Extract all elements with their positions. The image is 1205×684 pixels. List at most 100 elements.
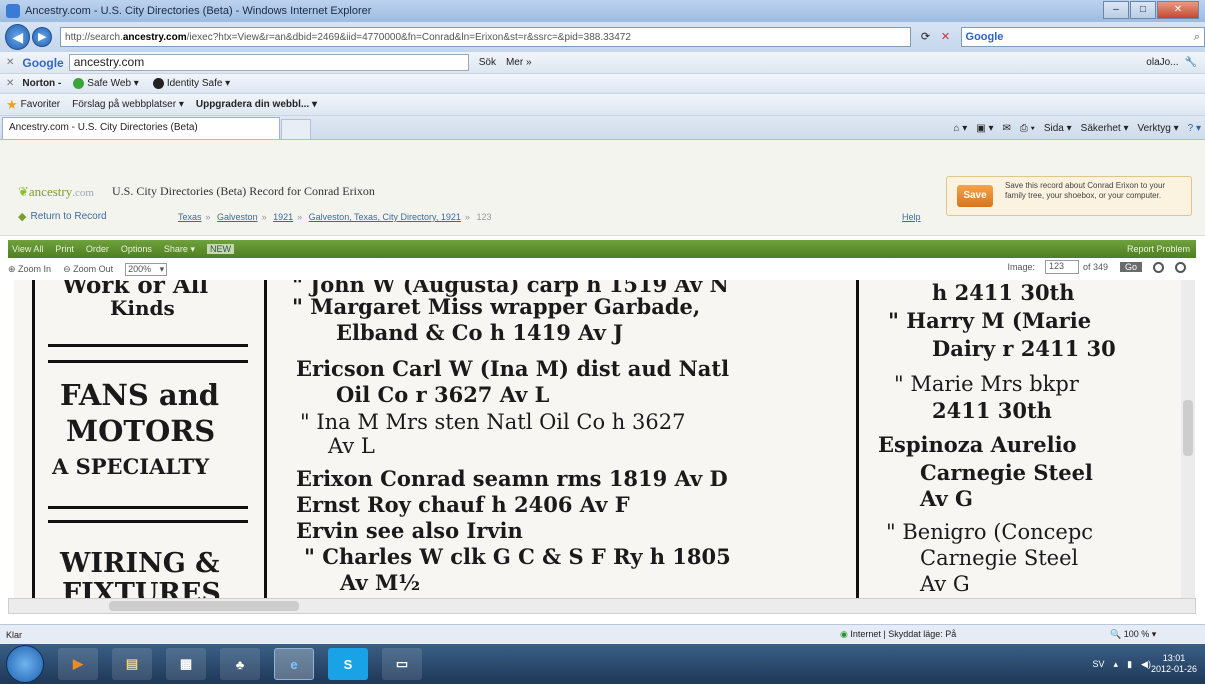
scrollbar-thumb[interactable] [1183,400,1193,456]
system-tray: SV ▴ ▮ ◀) 13:01 2012-01-26 [1084,653,1197,675]
vertical-scrollbar[interactable] [1181,280,1195,598]
clock[interactable]: 13:01 2012-01-26 [1151,653,1197,675]
breadcrumb-item[interactable]: Galveston [217,212,258,222]
window-titlebar: Ancestry.com - U.S. City Directories (Be… [0,0,1205,22]
help-icon[interactable]: ? ▾ [1188,123,1201,134]
directory-entry: Av M½ [340,570,421,595]
favorites-button[interactable]: Favoriter [21,99,60,110]
google-search-button[interactable]: Sök [479,57,496,68]
ad-rule [48,344,248,347]
zoom-status[interactable]: 🔍 100 % ▾ [1110,629,1156,640]
directory-entry: Erixon Conrad seamn rms 1819 Av D [296,466,728,491]
ad-rule [48,506,248,509]
image-label: Image: [1007,262,1035,272]
column-divider [32,280,35,598]
suggested-sites-link[interactable]: Förslag på webbplatser ▾ [72,99,184,110]
ad-rule [48,520,248,523]
close-toolbar-icon[interactable]: ✕ [6,57,14,68]
minimize-button[interactable]: – [1103,1,1129,19]
breadcrumb-item[interactable]: Texas [178,212,202,222]
breadcrumb: Texas» Galveston» 1921» Galveston, Texas… [178,212,492,222]
google-search-input[interactable]: ancestry.com [68,54,469,71]
clock-date: 2012-01-26 [1150,664,1197,674]
new-tab-button[interactable] [281,119,311,139]
directory-entry: Ericson Carl W (Ina M) dist aud Natl [296,356,730,381]
print-button[interactable]: Print [55,244,74,254]
upgrade-browser-link[interactable]: Uppgradera din webbl... ▾ [196,99,317,110]
home-icon[interactable]: ⌂ ▾ [953,123,967,134]
maximize-button[interactable]: □ [1130,1,1156,19]
search-input[interactable]: Google ⌕ [960,27,1205,47]
security-zone[interactable]: ◉ Internet | Skyddat läge: På [840,629,956,640]
skype-icon[interactable]: S [328,648,368,680]
scrollbar-thumb[interactable] [109,601,299,611]
logo-text: ancestry [28,184,73,199]
search-icon[interactable]: ⌕ [1194,31,1200,44]
page-menu[interactable]: Sida ▾ [1044,123,1072,134]
security-menu[interactable]: Säkerhet ▾ [1081,123,1129,134]
breadcrumb-item[interactable]: Galveston, Texas, City Directory, 1921 [309,212,461,222]
safe-web-label: Safe Web ▾ [87,78,139,90]
address-bar: ◀ ▶ http://search. ancestry.com/iexec?htx… [0,22,1205,52]
stop-icon[interactable]: ✕ [937,28,955,46]
directory-entry: 2411 30th [932,398,1052,423]
zoom-bar: ⊕ Zoom In ⊖ Zoom Out 200% ▾ Image: 123 o… [8,260,1196,278]
media-player-icon[interactable]: ▶ [58,648,98,680]
logo-suffix: .com [72,187,94,199]
close-button[interactable]: ✕ [1157,1,1199,19]
zoom-out-button[interactable]: ⊖ Zoom Out [63,264,119,275]
tray-arrow-icon[interactable]: ▴ [1114,659,1119,670]
directory-entry: " Marie Mrs bkpr [894,372,1079,396]
google-more-button[interactable]: Mer » [506,57,532,68]
options-button[interactable]: Options [121,244,152,254]
internet-explorer-icon[interactable]: e [274,648,314,680]
mail-icon[interactable]: ✉ [1002,123,1010,134]
volume-icon[interactable]: ◀) [1141,659,1151,670]
forward-button[interactable]: ▶ [32,27,53,47]
network-icon[interactable]: ▮ [1127,659,1132,670]
go-button[interactable]: Go [1119,262,1142,272]
language-indicator[interactable]: SV [1093,659,1105,669]
report-problem-link[interactable]: Report Problem [1127,244,1190,254]
directory-page-image[interactable]: Work or All Kinds FANS and MOTORS A SPEC… [14,280,1184,598]
ie-icon [6,4,20,18]
share-button[interactable]: Share ▾ [164,244,195,255]
directory-entry: " Margaret Miss wrapper Garbade, [292,294,701,319]
google-user-menu[interactable]: olaJo... [1146,57,1178,68]
horizontal-scrollbar[interactable] [8,598,1196,614]
print-icon[interactable]: ⎙ ▾ [1020,123,1035,134]
refresh-icon[interactable]: ⟳ [917,28,935,46]
directory-entry: " Ina M Mrs sten Natl Oil Co h 3627 [300,410,686,434]
start-button[interactable] [6,645,44,683]
directory-entry: Oil Co r 3627 Av L [336,382,550,407]
norton-logo[interactable]: Norton - [22,78,61,89]
window-switcher-icon[interactable]: ▭ [382,648,422,680]
feeds-icon[interactable]: ▣ ▾ [976,123,993,134]
previous-image-icon[interactable] [1153,261,1164,273]
tools-menu[interactable]: Verktyg ▾ [1137,123,1178,134]
save-button[interactable]: Save [957,185,993,207]
save-description: Save this record about Conrad Erixon to … [1005,181,1166,200]
return-to-record-link[interactable]: ◆ Return to Record [18,210,107,223]
back-button[interactable]: ◀ [5,24,31,50]
tab-ancestry[interactable]: Ancestry.com - U.S. City Directories (Be… [2,117,280,139]
ancestry-logo[interactable]: ❦ancestry.com [18,184,94,200]
wrench-icon[interactable]: 🔧 [1185,57,1197,68]
safe-web-button[interactable]: Safe Web ▾ [73,77,139,90]
url-input[interactable]: http://search. ancestry.com/iexec?htx=Vie… [60,27,911,47]
app-icon[interactable]: ♣ [220,648,260,680]
identity-safe-button[interactable]: Identity Safe ▾ [152,77,230,89]
explorer-icon[interactable]: ▤ [112,648,152,680]
zoom-in-button[interactable]: ⊕ Zoom In [8,264,57,275]
zoom-level-select[interactable]: 200% ▾ [125,262,168,276]
view-all-button[interactable]: View All [12,244,43,254]
order-button[interactable]: Order [86,244,109,254]
image-number-input[interactable]: 123 [1044,260,1079,274]
breadcrumb-item[interactable]: 1921 [273,212,293,222]
help-link[interactable]: Help [902,212,921,222]
close-toolbar-icon[interactable]: ✕ [6,78,14,89]
app-icon[interactable]: ▦ [166,648,206,680]
directory-entry: Carnegie Steel [920,460,1093,485]
next-image-icon[interactable] [1175,261,1186,273]
clock-time: 13:01 [1162,653,1186,663]
